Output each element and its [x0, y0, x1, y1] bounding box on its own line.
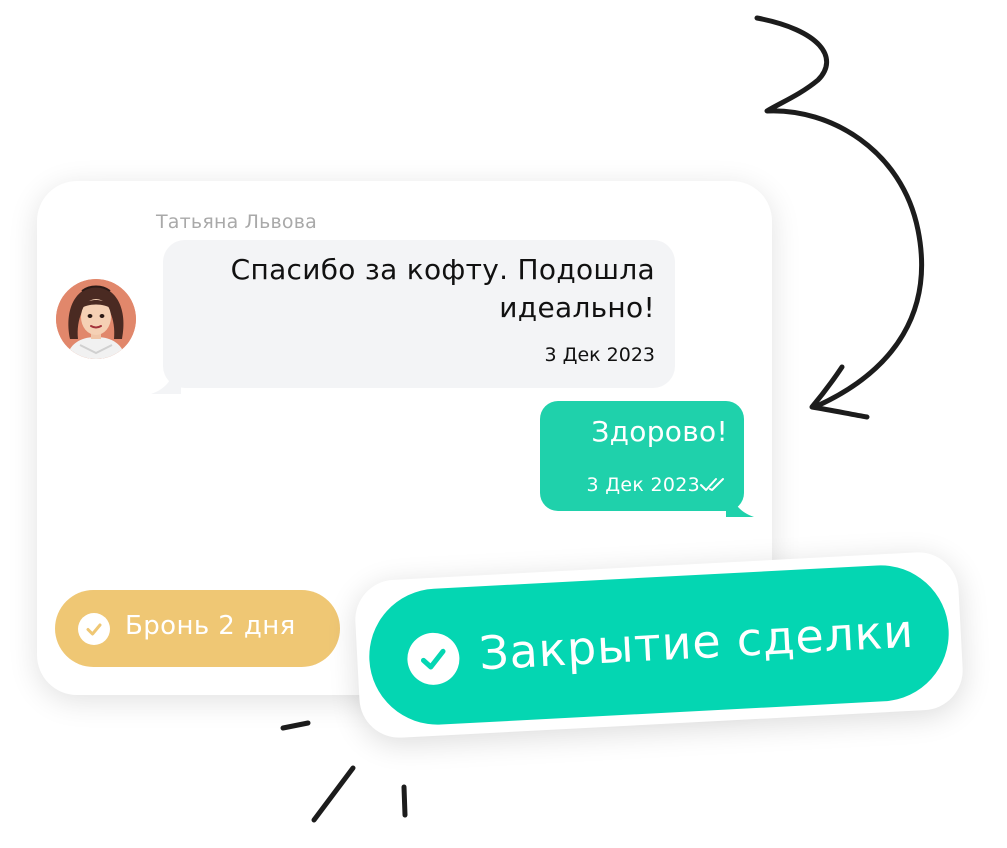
avatar-illustration-icon [56, 279, 136, 359]
deal-closing-card: Закрытие сделки [353, 550, 965, 740]
outgoing-message-time: 3 Дек 2023 [586, 474, 700, 496]
booking-tag-button[interactable]: Бронь 2 дня [55, 590, 340, 667]
booking-tag-label: Бронь 2 дня [125, 611, 296, 641]
outgoing-message-text: Здорово! [591, 415, 728, 448]
bubble-tail [151, 372, 181, 394]
deal-closing-label: Закрытие сделки [477, 603, 916, 681]
deal-closing-card-background: Закрытие сделки [353, 550, 965, 740]
sender-name: Татьяна Львова [156, 211, 317, 233]
avatar[interactable] [56, 279, 136, 359]
incoming-message-text: Спасибо за кофту. Подошла идеально! [230, 253, 655, 324]
check-circle-icon [78, 613, 110, 645]
double-check-icon [700, 478, 724, 491]
outgoing-message-bubble[interactable]: Здорово! 3 Дек 2023 [540, 401, 754, 517]
bubble-tail [726, 495, 754, 517]
incoming-message-bubble[interactable]: Спасибо за кофту. Подошла идеально! 3 Де… [151, 240, 675, 394]
check-circle-icon [406, 631, 461, 687]
deal-closing-tag-button[interactable]: Закрытие сделки [365, 561, 953, 729]
incoming-message-time: 3 Дек 2023 [544, 344, 655, 366]
